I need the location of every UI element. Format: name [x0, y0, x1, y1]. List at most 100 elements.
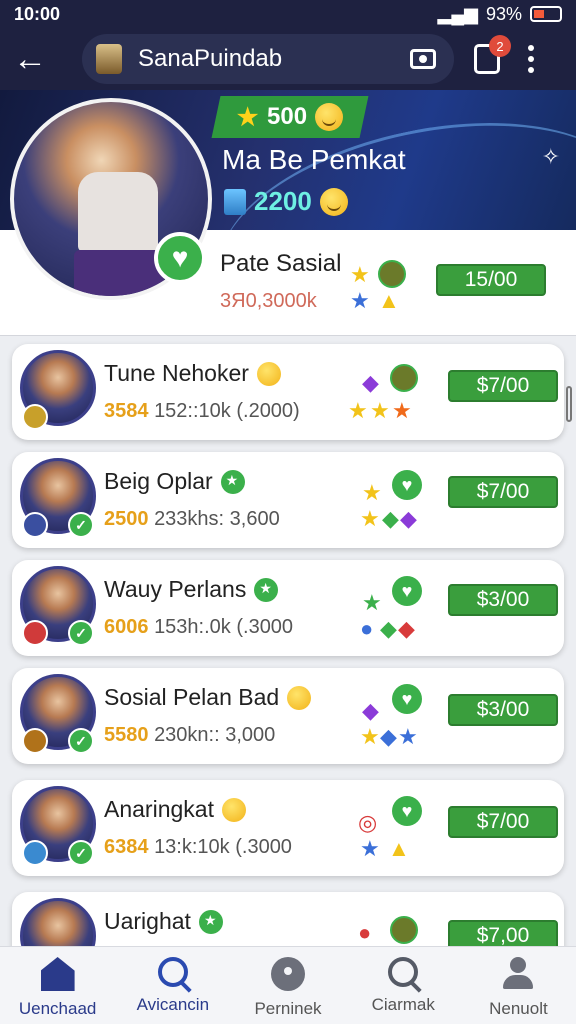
chat-heart-icon: ♥	[392, 470, 422, 500]
green-star-icon: ★	[362, 590, 382, 615]
check-badge-icon: ✓	[68, 840, 94, 866]
check-badge-icon: ✓	[68, 512, 94, 538]
smile-icon	[271, 957, 305, 991]
reward-icons: ◆ ★ ★ ★	[348, 364, 418, 428]
player-name-row: Sosial Pelan Bad	[104, 684, 312, 711]
player-name-row: Beig Oplar	[104, 468, 245, 495]
rank-badge-icon	[22, 620, 48, 646]
status-time: 10:00	[14, 3, 61, 24]
list-item[interactable]: Tune Nehoker 3584 152::10k (.2000) ◆ ★ ★…	[12, 344, 564, 440]
nav-label: Perninek	[254, 999, 322, 1018]
status-bar: 10:00 ▂▄▆ 93%	[0, 0, 576, 28]
battery-icon	[530, 6, 562, 22]
player-name-row: Anaringkat	[104, 796, 246, 823]
star-icon: ★	[237, 103, 259, 131]
nav-item-search[interactable]: Avicancin	[115, 947, 230, 1024]
reward-icons: ◎ ♥ ★ ▲	[348, 792, 422, 860]
orange-star-icon: ★	[392, 398, 412, 423]
character-icon	[390, 916, 418, 944]
green-star-icon	[198, 909, 223, 934]
player-name: Wauy Perlans	[104, 576, 247, 602]
back-arrow-icon[interactable]: ←	[0, 42, 60, 76]
chat-heart-icon: ♥	[392, 796, 422, 826]
nav-label: Uenchaad	[18, 999, 97, 1018]
reward-icons: ◆ ♥ ★ ◆ ★	[348, 680, 422, 748]
green-gem-icon: ◆	[382, 506, 399, 531]
nav-item-account[interactable]: Nenuolt	[461, 947, 576, 1024]
blue-star-icon: ★	[360, 836, 380, 861]
nav-item-explore[interactable]: Ciarmak	[346, 947, 461, 1024]
player-stats-row: 3584 152::10k (.2000)	[104, 400, 300, 423]
emoji-icon	[256, 361, 281, 386]
player-stats-row: 6006 153h:.0k (.3000	[104, 616, 293, 639]
player-stats: 13:k:10k (.3000	[154, 836, 292, 858]
rank-badge-icon	[22, 512, 48, 538]
purple-gem-icon: ◆	[362, 698, 379, 723]
chat-heart-icon: ♥	[392, 576, 422, 606]
verified-heart-icon	[154, 232, 206, 284]
soccer-ball-icon: ●	[360, 616, 374, 641]
price-button[interactable]: $7/00	[448, 370, 558, 402]
magnify-icon	[388, 957, 419, 987]
player-name: Uarighat	[104, 908, 191, 934]
camera-icon[interactable]	[410, 49, 436, 69]
nav-item-home[interactable]: Uenchaad	[0, 947, 115, 1024]
price-button[interactable]: $7/00	[448, 806, 558, 838]
notification-icon[interactable]: 2	[474, 35, 511, 74]
player-name-row: Uarighat	[104, 908, 223, 935]
list-item[interactable]: ✓ Sosial Pelan Bad 5580 230kn:: 3,000 ◆ …	[12, 668, 564, 764]
player-stats: 230kn:: 3,000	[154, 724, 276, 746]
profile-name: Ma Be Pemkat	[222, 144, 406, 175]
player-points: 2500	[104, 508, 149, 530]
star-icon: ★	[360, 724, 380, 749]
price-button[interactable]: 15/00	[436, 264, 546, 296]
player-score: 3Я0,3000k	[220, 290, 317, 312]
stars-value: 500	[266, 103, 307, 130]
green-gem-icon: ◆	[380, 616, 397, 641]
red-ball-icon: ●	[358, 920, 372, 945]
player-points: 3584	[104, 400, 149, 422]
player-name: Beig Oplar	[104, 468, 213, 494]
blue-gem-icon: ◆	[380, 724, 397, 749]
price-button[interactable]: $7/00	[448, 476, 558, 508]
list-item[interactable]: ✓ Beig Oplar 2500 233khs: 3,600 ★ ♥ ★ ◆ …	[12, 452, 564, 548]
star-icon: ★	[370, 398, 390, 423]
check-badge-icon: ✓	[68, 620, 94, 646]
star-icon: ★	[362, 480, 382, 505]
sparkle-icon[interactable]: ✧	[542, 144, 560, 170]
battery-percent: 93%	[485, 3, 522, 24]
check-badge-icon: ✓	[68, 728, 94, 754]
scrollbar[interactable]	[566, 386, 572, 422]
person-icon	[501, 957, 535, 991]
price-button[interactable]: $3/00	[448, 694, 558, 726]
list-item[interactable]: ✓ Wauy Perlans 6006 153h:.0k (.3000 ★ ♥ …	[12, 560, 564, 656]
nav-label: Avicancin	[136, 995, 210, 1014]
search-icon	[157, 957, 188, 987]
nav-label: Ciarmak	[371, 995, 435, 1014]
purple-gem-icon: ◆	[400, 506, 417, 531]
rank-badge-icon	[22, 840, 48, 866]
character-icon	[378, 260, 406, 288]
player-points: 6384	[104, 836, 149, 858]
player-stats-row: 6384 13:k:10k (.3000	[104, 836, 292, 859]
more-menu-icon[interactable]	[528, 45, 534, 73]
avatar	[96, 44, 122, 74]
list-item[interactable]: ✓ Anaringkat 6384 13:k:10k (.3000 ◎ ♥ ★ …	[12, 780, 564, 876]
nav-item-profile-face[interactable]: Perninek	[230, 947, 345, 1024]
green-star-icon	[220, 469, 245, 494]
player-points: 5580	[104, 724, 149, 746]
emoji-icon	[221, 797, 246, 822]
reward-icons: ★ ♥ ★ ◆ ◆	[348, 466, 422, 531]
player-stats-row: 5580 230kn:: 3,000	[104, 724, 275, 747]
title-pill[interactable]: SanaPuindab	[82, 34, 454, 84]
star-icon: ★	[360, 506, 380, 531]
purple-gem-icon: ◆	[362, 370, 379, 395]
player-points: 6006	[104, 616, 149, 638]
rank-badge-icon	[22, 728, 48, 754]
green-star-icon	[254, 577, 279, 602]
notification-badge: 2	[489, 35, 511, 57]
player-name: Sosial Pelan Bad	[104, 684, 280, 710]
price-button[interactable]: $3/00	[448, 584, 558, 616]
app-title: SanaPuindab	[138, 45, 283, 72]
gem-cube-icon	[224, 188, 246, 215]
